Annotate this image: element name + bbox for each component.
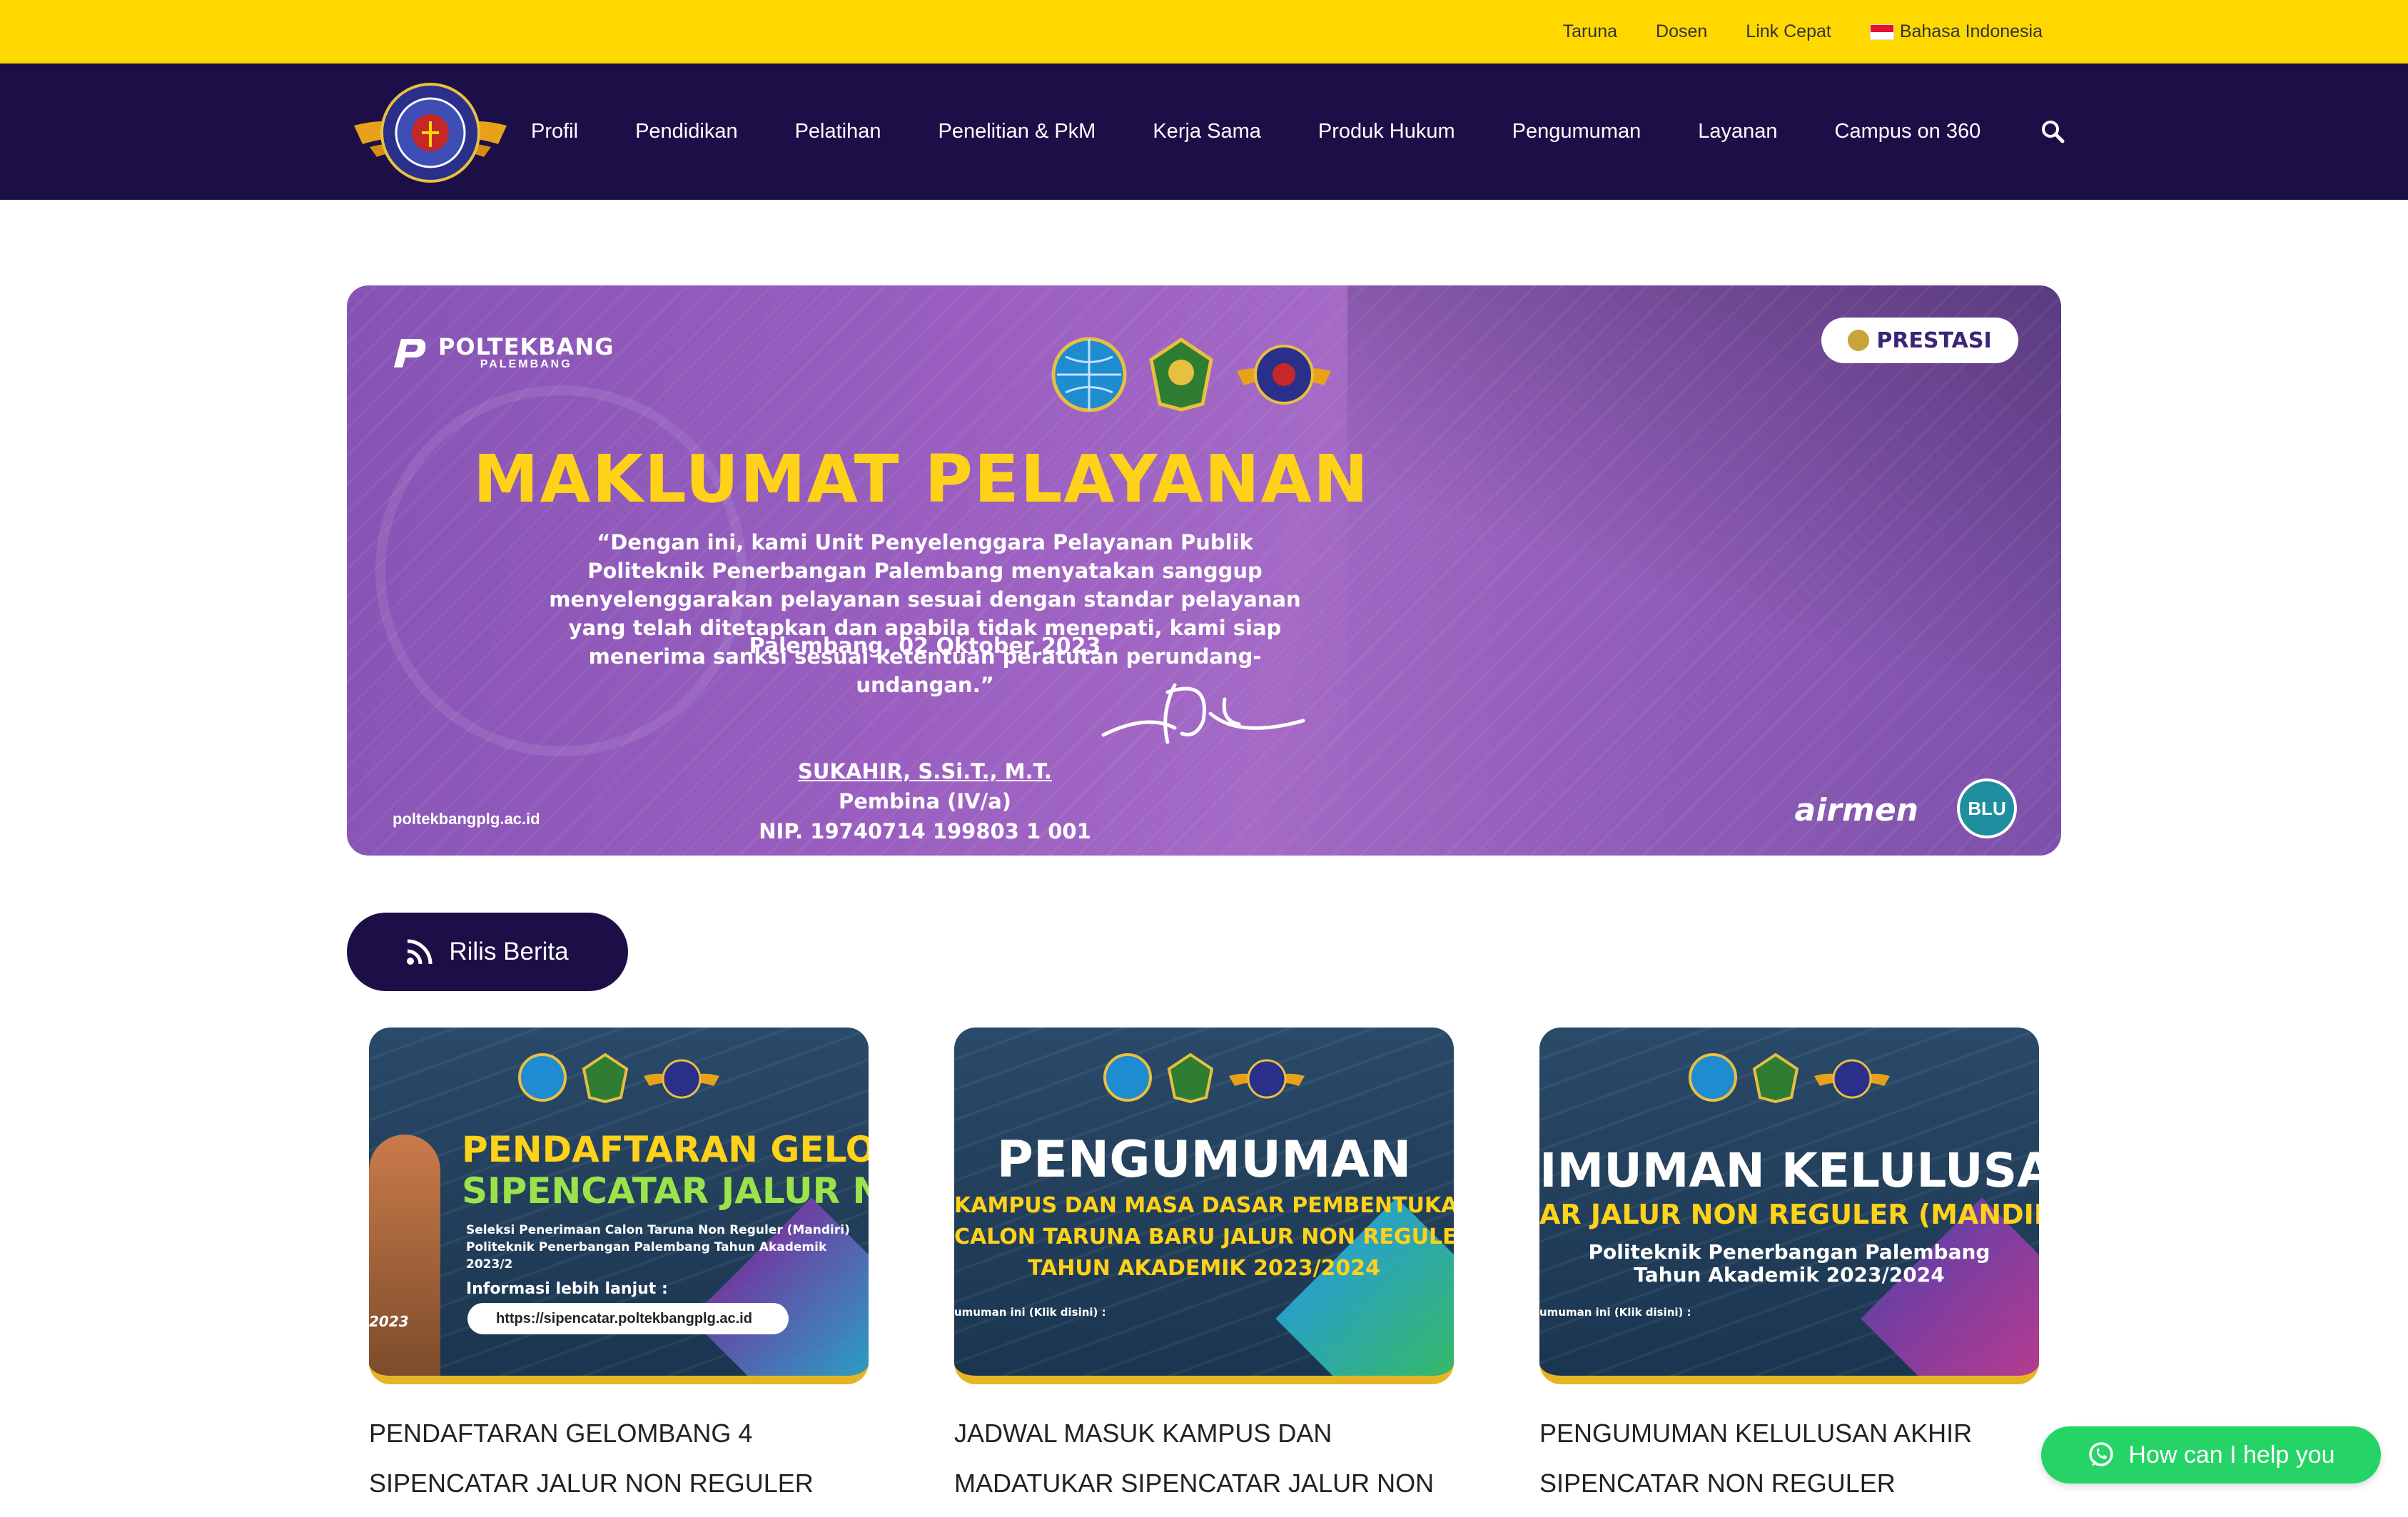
poltekbang-logo[interactable] [348,78,512,187]
thumbnail-emblems [1539,1052,2039,1103]
language-switcher[interactable]: Bahasa Indonesia [1869,21,2043,42]
utility-links: Taruna Dosen Link Cepat Bahasa Indonesia [1563,0,2043,64]
indonesia-flag-icon [1869,24,1894,40]
nav-layanan[interactable]: Layanan [1698,120,1777,143]
hero-title: MAKLUMAT PELAYANAN [473,441,1370,517]
signature [1101,683,1305,744]
airmen-logo: airmen [1794,792,1919,828]
news-card-thumbnail[interactable]: IMUMAN KELULUSAN AR JALUR NON REGULER (M… [1539,1028,2039,1384]
garuda-emblem-icon [1752,1052,1799,1103]
nav-pelatihan[interactable]: Pelatihan [795,120,881,143]
garuda-emblem-icon [1149,337,1213,412]
news-card-title[interactable]: PENGUMUMAN KELULUSAN AKHIR SIPENCATAR NO… [1539,1409,2039,1508]
nav-produk-hukum[interactable]: Produk Hukum [1318,120,1455,143]
hero-signer: SUKAHIR, S.Si.T., M.T. Pembina (IV/a) NI… [347,756,1503,846]
news-card[interactable]: IMUMAN KELULUSAN AR JALUR NON REGULER (M… [1539,1028,2039,1508]
wing-emblem-icon [1237,345,1331,405]
cadet-photo [369,1135,440,1376]
whatsapp-help-button[interactable]: How can I help you [2041,1426,2381,1483]
news-card-title[interactable]: JADWAL MASUK KAMPUS DAN MADATUKAR SIPENC… [954,1409,1454,1508]
thumbnail-emblems [369,1052,869,1103]
hero-website: poltekbangplg.ac.id [393,810,540,828]
link-cepat[interactable]: Link Cepat [1746,21,1831,42]
rss-icon [407,939,432,965]
nav-kerja-sama[interactable]: Kerja Sama [1153,120,1261,143]
blu-logo: BLU [1957,778,2017,838]
rilis-berita-label: Rilis Berita [449,938,569,965]
globe-emblem-icon [518,1053,567,1102]
news-card-title[interactable]: PENDAFTARAN GELOMBANG 4 SIPENCATAR JALUR… [369,1409,869,1508]
nav-profil[interactable]: Profil [531,120,578,143]
whatsapp-label: How can I help you [2128,1441,2335,1468]
utility-bar: Taruna Dosen Link Cepat Bahasa Indonesia [0,0,2408,64]
link-taruna[interactable]: Taruna [1563,21,1617,42]
hero-brand: POLTEKBANG PALEMBANG [391,335,614,371]
hero-banner[interactable]: POLTEKBANG PALEMBANG PRESTASI MAKLUMAT P… [347,285,2061,856]
language-label: Bahasa Indonesia [1899,21,2043,41]
news-card[interactable]: PENGUMUMAN KAMPUS DAN MASA DASAR PEMBENT… [954,1028,1454,1508]
main-menu: Profil Pendidikan Pelatihan Penelitian &… [531,64,2038,200]
search-icon[interactable] [2040,118,2065,144]
hero-place-date: Palembang, 02 Oktober 2023 [749,634,1101,659]
nav-campus-360[interactable]: Campus on 360 [1835,120,1981,143]
brand-name: POLTEKBANG [438,333,614,360]
wing-emblem-icon [1229,1059,1305,1099]
globe-emblem-icon [1103,1053,1152,1102]
whatsapp-icon [2089,1442,2114,1466]
news-card-thumbnail[interactable]: PENDAFTARAN GELOMB SIPENCATAR JALUR NON … [369,1028,869,1384]
nav-pengumuman[interactable]: Pengumuman [1512,120,1641,143]
thumbnail-url: https://sipencatar.poltekbangplg.ac.id [467,1303,789,1334]
garuda-emblem-icon [582,1052,629,1103]
garuda-emblem-icon [1167,1052,1214,1103]
globe-emblem-icon [1051,337,1127,412]
prestasi-badge: PRESTASI [1821,318,2018,363]
news-card-thumbnail[interactable]: PENGUMUMAN KAMPUS DAN MASA DASAR PEMBENT… [954,1028,1454,1384]
signer-name: SUKAHIR, S.Si.T., M.T. [798,759,1052,783]
rilis-berita-button[interactable]: Rilis Berita [347,913,628,991]
wing-emblem-icon [644,1059,719,1099]
nav-penelitian[interactable]: Penelitian & PkM [939,120,1096,143]
hero-emblems [1050,335,1334,414]
news-card[interactable]: PENDAFTARAN GELOMB SIPENCATAR JALUR NON … [369,1028,869,1508]
nav-pendidikan[interactable]: Pendidikan [635,120,738,143]
thumbnail-emblems [954,1052,1454,1103]
globe-emblem-icon [1689,1053,1737,1102]
poltekbang-p-icon [394,339,426,367]
link-dosen[interactable]: Dosen [1656,21,1707,42]
wing-emblem-icon [1814,1059,1890,1099]
prestasi-emblem-icon [1848,330,1870,351]
